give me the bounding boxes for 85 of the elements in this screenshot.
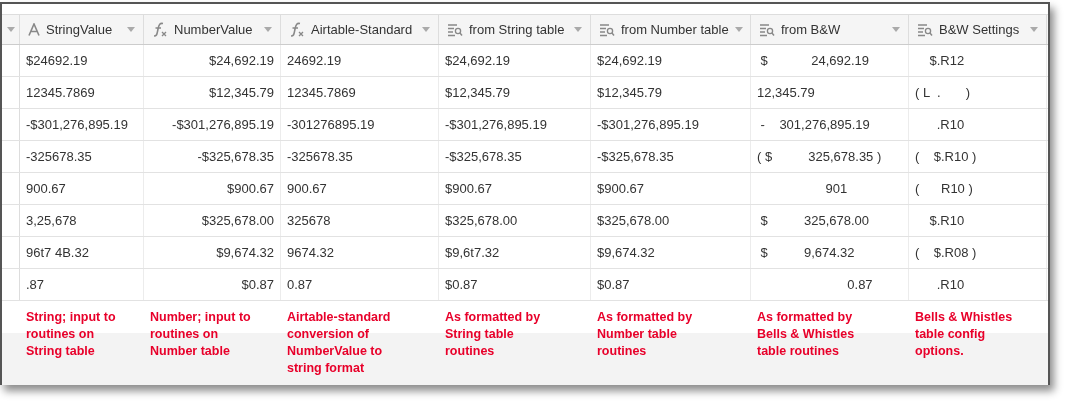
annotation-note: Airtable-standard conversion of NumberValue to string format (286, 309, 392, 378)
table-cell: - 301,276,895.19 (751, 109, 909, 141)
table-cell: -$301,276,895.19 (439, 109, 591, 141)
table-cell: $0.87 (591, 269, 751, 301)
table-cell: $900.67 (439, 173, 591, 205)
table-cell: $24,692.19 (591, 45, 751, 77)
table-cell: ( $ 325,678.35 ) (751, 141, 909, 173)
table-cell: 96t7 4B.32 (20, 237, 144, 269)
column-header[interactable]: NumberValue (144, 15, 281, 45)
dropdown-caret-icon[interactable] (892, 27, 900, 33)
dropdown-caret-icon[interactable] (734, 27, 743, 33)
table-cell: 901 (751, 173, 909, 205)
table-cell: $.R12 (909, 45, 1047, 77)
table-cell: 0.87 (751, 269, 909, 301)
table-cell: $325,678.00 (144, 205, 281, 237)
table-cell: $9,674.32 (591, 237, 751, 269)
annotation-note: As formatted by Number table routines (596, 309, 694, 361)
table-cell: $.R10 (909, 205, 1047, 237)
dropdown-caret-icon[interactable] (1030, 27, 1038, 33)
column-header[interactable]: B&W Settings (909, 15, 1047, 45)
table-cell: 325678 (281, 205, 439, 237)
table-cell: 0.87 (281, 269, 439, 301)
table-cell: ( L . ) (909, 77, 1047, 109)
table-cell: -325678.35 (281, 141, 439, 173)
table-cell: 9674.32 (281, 237, 439, 269)
annotation-note: As formatted by String table routines (444, 309, 542, 361)
table-cell: -$325,678.35 (439, 141, 591, 173)
dropdown-caret-icon[interactable] (264, 27, 272, 33)
formula-icon (289, 21, 305, 38)
table-cell: .R10 (909, 109, 1047, 141)
table-cell: $0.87 (144, 269, 281, 301)
table-cell: 24692.19 (281, 45, 439, 77)
table-cell: ( $.R10 ) (909, 141, 1047, 173)
table-cell: $24692.19 (20, 45, 144, 77)
table-cell: $ 24,692.19 (751, 45, 909, 77)
lookup-icon (759, 22, 775, 37)
lookup-icon (917, 22, 933, 37)
table-cell: $12,345.79 (439, 77, 591, 109)
annotation-note: Bells & Whistles table config options. (914, 309, 1014, 361)
table-cell: -$301,276,895.19 (591, 109, 751, 141)
table-cell: -$301,276,895.19 (20, 109, 144, 141)
column-header[interactable]: from Number table (591, 15, 751, 45)
column-header[interactable]: StringValue (20, 15, 144, 45)
table-cell: ( $.R08 ) (909, 237, 1047, 269)
dropdown-caret-icon[interactable] (6, 27, 15, 33)
table-cell: ( R10 ) (909, 173, 1047, 205)
table-cell: 3,25,678 (20, 205, 144, 237)
table-cell: $325,678.00 (439, 205, 591, 237)
table-cell: $325,678.00 (591, 205, 751, 237)
table-cell: 12345.7869 (281, 77, 439, 109)
table-cell: -$325,678.35 (591, 141, 751, 173)
table-cell: 12345.7869 (20, 77, 144, 109)
table-cell: $ 325,678.00 (751, 205, 909, 237)
column-header[interactable]: Airtable-Standard (281, 15, 439, 45)
column-header[interactable]: from B&W (751, 15, 909, 45)
table-cell: .R10 (909, 269, 1047, 301)
formula-icon (152, 21, 168, 38)
table-cell: -$325,678.35 (144, 141, 281, 173)
table-cell: $24,692.19 (144, 45, 281, 77)
table-cell: -$301,276,895.19 (144, 109, 281, 141)
table-cell: 900.67 (281, 173, 439, 205)
table-cell: $24,692.19 (439, 45, 591, 77)
dropdown-caret-icon[interactable] (422, 27, 430, 33)
table-cell: $900.67 (144, 173, 281, 205)
table-cell: 900.67 (20, 173, 144, 205)
annotation-note: As formatted by Bells & Whistles table routines (756, 309, 856, 361)
column-header[interactable]: from String table (439, 15, 591, 45)
annotation-note: String; input to routines on String table (25, 309, 117, 361)
table-cell: $0.87 (439, 269, 591, 301)
table-cell: $900.67 (591, 173, 751, 205)
table-cell: $9,674.32 (144, 237, 281, 269)
table-cell: $9,6t7.32 (439, 237, 591, 269)
table-cell: -325678.35 (20, 141, 144, 173)
table-cell: .87 (20, 269, 144, 301)
dropdown-caret-icon[interactable] (127, 27, 135, 33)
table-cell: $ 9,674.32 (751, 237, 909, 269)
table-cell: $12,345.79 (591, 77, 751, 109)
table-cell: $12,345.79 (144, 77, 281, 109)
table-cell: -301276895.19 (281, 109, 439, 141)
annotation-note: Number; input to routines on Number table (149, 309, 252, 361)
text-type-icon (28, 23, 40, 37)
table-cell: 12,345.79 (751, 77, 909, 109)
lookup-icon (599, 22, 615, 37)
dropdown-caret-icon[interactable] (574, 27, 582, 33)
lookup-icon (447, 22, 463, 37)
